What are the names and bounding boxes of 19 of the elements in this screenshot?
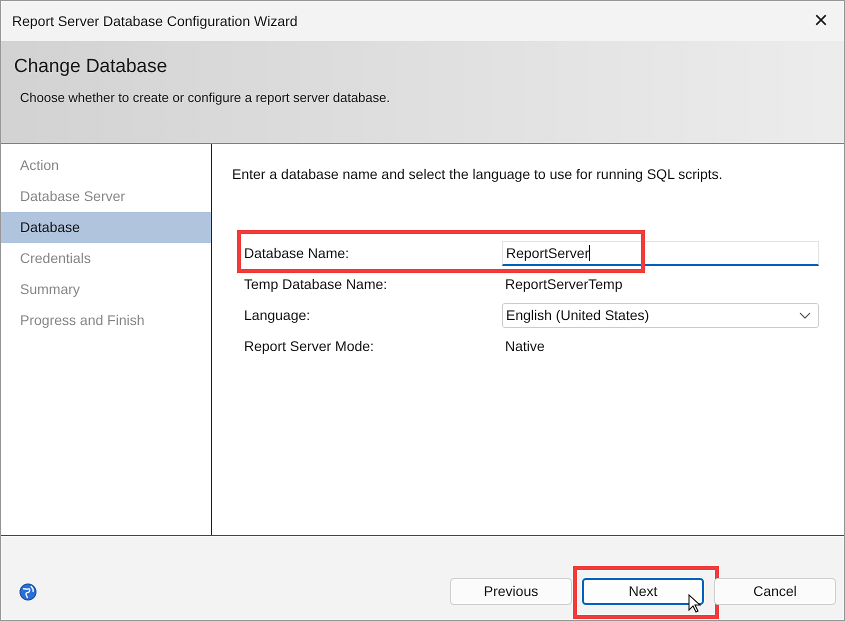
field-label: Language:	[244, 306, 312, 325]
database-name-field[interactable]: ReportServer	[502, 241, 819, 266]
field-label: Temp Database Name:	[244, 275, 388, 294]
instruction-text: Enter a database name and select the language to use for running SQL scripts.	[232, 165, 724, 184]
field-value: Native	[504, 337, 545, 356]
field-label: Database Name:	[244, 244, 350, 263]
wizard-button[interactable]: Cancel	[714, 578, 836, 605]
close-button[interactable]: ×	[798, 1, 844, 41]
field-label: Report Server Mode:	[244, 337, 375, 356]
page-subtitle: Choose whether to create or configure a report server database.	[20, 88, 391, 107]
window-title: Report Server Database Configuration Wizard	[12, 12, 298, 31]
page-title: Change Database	[14, 55, 168, 79]
wizard-button[interactable]: Previous	[450, 578, 572, 605]
wizard-button[interactable]: Next	[582, 578, 704, 605]
language-dropdown[interactable]: English (United States)	[502, 303, 819, 328]
chevron-down-icon	[799, 312, 811, 320]
field-value: ReportServerTemp	[504, 275, 622, 294]
step-item[interactable]: Database	[1, 212, 211, 243]
mouse-pointer-icon	[688, 594, 701, 614]
